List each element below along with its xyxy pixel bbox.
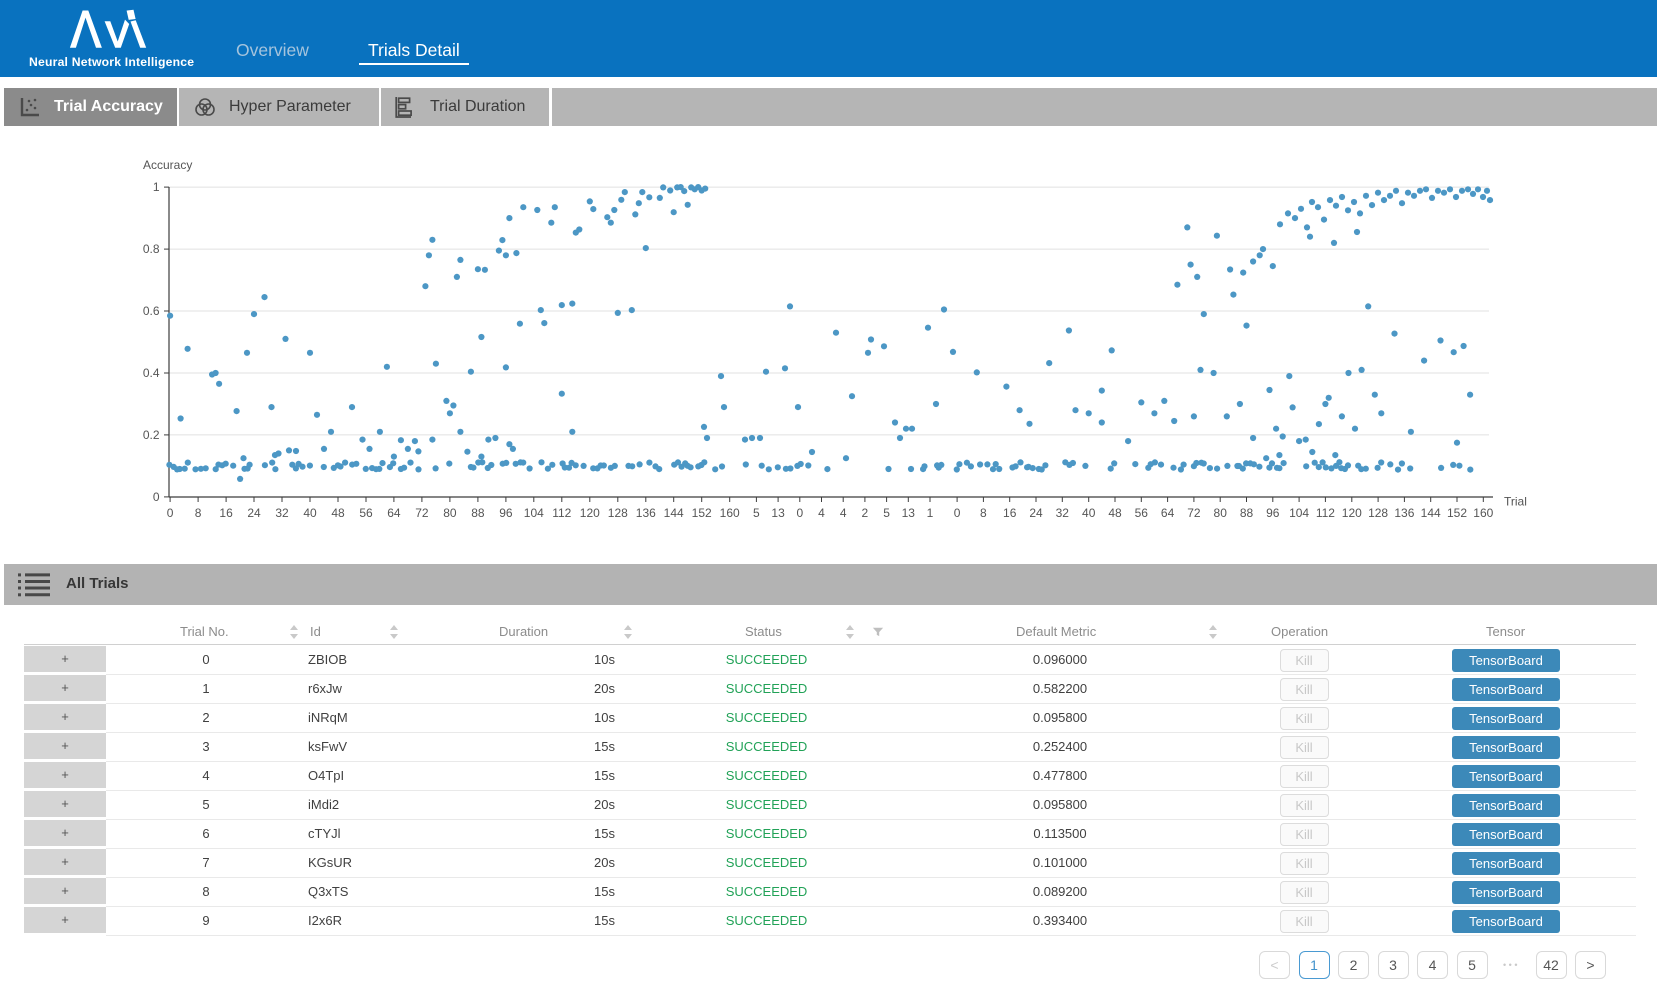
svg-text:80: 80 bbox=[443, 506, 457, 520]
svg-text:96: 96 bbox=[499, 506, 513, 520]
svg-text:56: 56 bbox=[1135, 506, 1149, 520]
svg-text:64: 64 bbox=[1161, 506, 1175, 520]
svg-text:13: 13 bbox=[771, 506, 785, 520]
svg-text:72: 72 bbox=[415, 506, 429, 520]
svg-text:Trial: Trial bbox=[1504, 495, 1527, 509]
svg-text:0: 0 bbox=[954, 506, 961, 520]
svg-text:0: 0 bbox=[153, 490, 160, 504]
svg-text:0.6: 0.6 bbox=[143, 304, 160, 318]
svg-text:152: 152 bbox=[1447, 506, 1467, 520]
svg-text:40: 40 bbox=[303, 506, 317, 520]
svg-text:0.2: 0.2 bbox=[143, 428, 160, 442]
svg-text:64: 64 bbox=[387, 506, 401, 520]
svg-text:88: 88 bbox=[1240, 506, 1254, 520]
svg-text:160: 160 bbox=[720, 506, 740, 520]
svg-text:16: 16 bbox=[1003, 506, 1017, 520]
svg-text:32: 32 bbox=[275, 506, 289, 520]
svg-text:32: 32 bbox=[1056, 506, 1070, 520]
svg-text:16: 16 bbox=[219, 506, 233, 520]
svg-text:48: 48 bbox=[331, 506, 345, 520]
svg-text:0.4: 0.4 bbox=[143, 366, 160, 380]
svg-text:0: 0 bbox=[167, 506, 174, 520]
svg-text:1: 1 bbox=[927, 506, 934, 520]
svg-text:8: 8 bbox=[980, 506, 987, 520]
svg-text:128: 128 bbox=[608, 506, 628, 520]
svg-text:144: 144 bbox=[1421, 506, 1441, 520]
svg-text:136: 136 bbox=[636, 506, 656, 520]
svg-text:4: 4 bbox=[818, 506, 825, 520]
svg-text:120: 120 bbox=[580, 506, 600, 520]
svg-text:24: 24 bbox=[247, 506, 261, 520]
svg-text:152: 152 bbox=[692, 506, 712, 520]
svg-text:112: 112 bbox=[552, 506, 571, 520]
svg-text:88: 88 bbox=[471, 506, 485, 520]
svg-text:0.8: 0.8 bbox=[143, 242, 160, 256]
svg-text:96: 96 bbox=[1266, 506, 1280, 520]
svg-text:0: 0 bbox=[796, 506, 803, 520]
svg-text:2: 2 bbox=[862, 506, 869, 520]
svg-text:24: 24 bbox=[1029, 506, 1043, 520]
svg-text:40: 40 bbox=[1082, 506, 1096, 520]
svg-text:Accuracy: Accuracy bbox=[143, 158, 192, 172]
svg-text:144: 144 bbox=[664, 506, 684, 520]
svg-text:160: 160 bbox=[1473, 506, 1493, 520]
svg-text:4: 4 bbox=[840, 506, 847, 520]
svg-text:48: 48 bbox=[1108, 506, 1122, 520]
svg-text:56: 56 bbox=[359, 506, 373, 520]
svg-text:5: 5 bbox=[883, 506, 890, 520]
svg-text:120: 120 bbox=[1342, 506, 1362, 520]
svg-text:72: 72 bbox=[1187, 506, 1201, 520]
svg-text:104: 104 bbox=[524, 506, 544, 520]
svg-text:1: 1 bbox=[153, 180, 160, 194]
svg-text:80: 80 bbox=[1214, 506, 1228, 520]
svg-text:104: 104 bbox=[1289, 506, 1309, 520]
svg-text:5: 5 bbox=[753, 506, 760, 520]
svg-text:128: 128 bbox=[1368, 506, 1388, 520]
svg-text:136: 136 bbox=[1394, 506, 1414, 520]
svg-text:112: 112 bbox=[1316, 506, 1335, 520]
svg-text:8: 8 bbox=[195, 506, 202, 520]
svg-text:13: 13 bbox=[902, 506, 916, 520]
